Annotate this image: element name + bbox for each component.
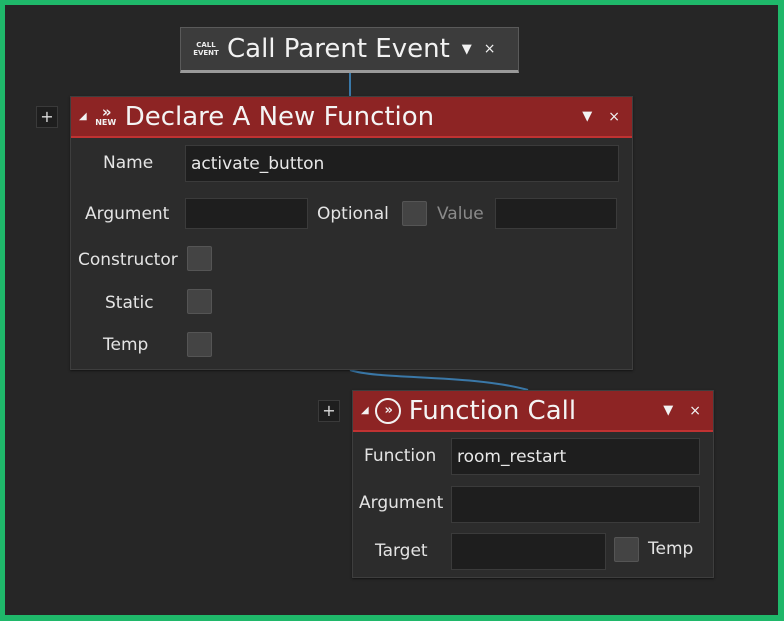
- node-close-icon[interactable]: ×: [608, 109, 620, 125]
- constructor-checkbox[interactable]: [187, 246, 212, 271]
- optional-label: Optional: [317, 204, 389, 224]
- temp-checkbox[interactable]: [187, 332, 212, 357]
- expand-call-button[interactable]: +: [318, 400, 340, 422]
- value-label: Value: [437, 204, 484, 224]
- function-call-icon: »: [374, 397, 401, 424]
- wire-declare-to-call: [349, 369, 529, 391]
- argument-field[interactable]: [451, 486, 700, 523]
- call-parent-event-node[interactable]: CALL EVENT Call Parent Event ▼ ×: [180, 27, 519, 73]
- static-checkbox[interactable]: [187, 289, 212, 314]
- value-field[interactable]: [495, 198, 617, 229]
- node-close-icon[interactable]: ×: [484, 41, 496, 57]
- name-field[interactable]: activate_button: [185, 145, 619, 182]
- constructor-label: Constructor: [78, 250, 178, 270]
- collapse-triangle-icon[interactable]: ◢: [361, 405, 369, 416]
- name-label: Name: [103, 153, 154, 173]
- function-label: Function: [364, 446, 437, 466]
- argument-label: Argument: [359, 493, 444, 513]
- node-menu-dropdown-icon[interactable]: ▼: [663, 403, 673, 418]
- node-title: Call Parent Event: [227, 34, 450, 64]
- node-menu-dropdown-icon[interactable]: ▼: [462, 42, 472, 57]
- node-header[interactable]: ◢ » Function Call ▼ ×: [353, 391, 713, 432]
- argument-label: Argument: [85, 204, 170, 224]
- node-title: Declare A New Function: [124, 101, 435, 132]
- temp-checkbox[interactable]: [614, 537, 639, 562]
- collapse-triangle-icon[interactable]: ◢: [79, 111, 87, 122]
- target-label: Target: [375, 541, 428, 561]
- function-call-node[interactable]: ◢ » Function Call ▼ × Function room_rest…: [352, 390, 714, 578]
- expand-declare-button[interactable]: +: [36, 106, 58, 128]
- static-label: Static: [105, 293, 154, 313]
- node-close-icon[interactable]: ×: [689, 403, 701, 419]
- temp-label: Temp: [103, 335, 149, 355]
- target-field[interactable]: [451, 533, 606, 570]
- declare-new-icon-text: NEW: [95, 118, 117, 127]
- node-header[interactable]: ◢ » NEW Declare A New Function ▼ ×: [71, 97, 632, 138]
- declare-new-icon: » NEW: [93, 104, 119, 130]
- declare-new-icon-chevron: »: [101, 103, 112, 121]
- optional-checkbox[interactable]: [402, 201, 427, 226]
- argument-field[interactable]: [185, 198, 308, 229]
- call-event-icon: CALL EVENT: [193, 39, 219, 59]
- call-event-icon-line1: CALL: [196, 41, 216, 49]
- declare-function-node[interactable]: ◢ » NEW Declare A New Function ▼ × Name …: [70, 96, 633, 370]
- node-title: Function Call: [408, 395, 577, 426]
- node-menu-dropdown-icon[interactable]: ▼: [582, 109, 592, 124]
- call-event-icon-line2: EVENT: [193, 49, 219, 57]
- function-field[interactable]: room_restart: [451, 438, 700, 475]
- temp-label: Temp: [648, 539, 694, 559]
